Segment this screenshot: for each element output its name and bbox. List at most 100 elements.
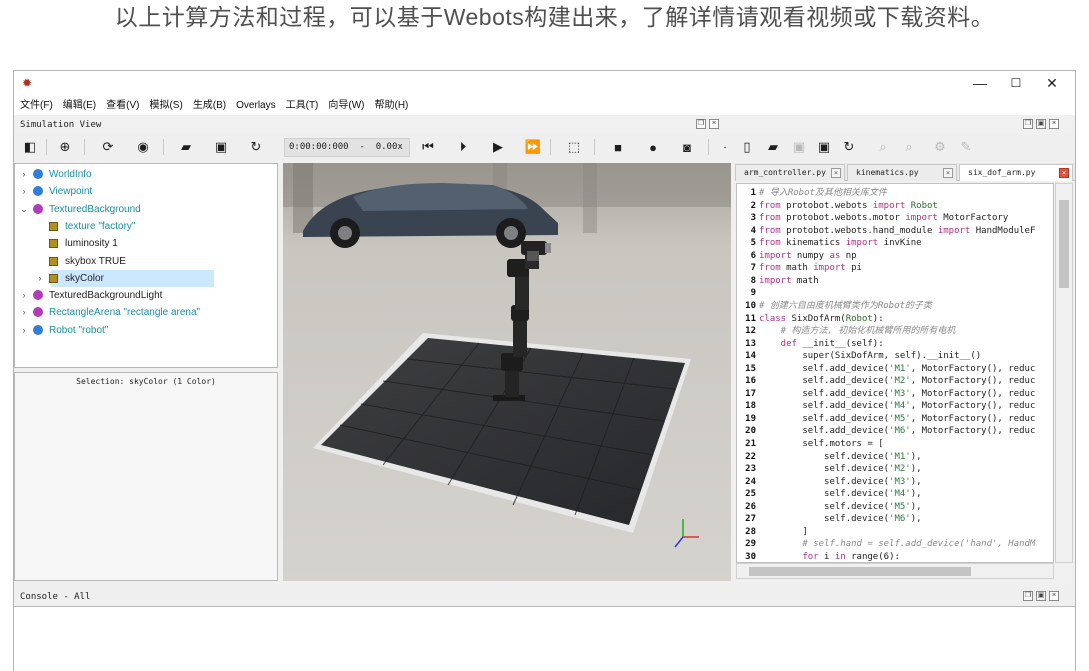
tree-node[interactable]: › skyColor bbox=[39, 269, 214, 287]
code-line[interactable]: 15 self.add_device('M1', MotorFactory(),… bbox=[737, 363, 1053, 376]
open-file-icon[interactable]: ▰ bbox=[762, 137, 784, 157]
save-world-icon[interactable]: ▣ bbox=[210, 137, 232, 157]
chevron-right-icon[interactable]: › bbox=[19, 287, 29, 304]
code-line[interactable]: 14 super(SixDofArm, self).__init__() bbox=[737, 350, 1053, 363]
revert-file-icon[interactable]: ↻ bbox=[838, 137, 860, 157]
record-stop-icon[interactable]: ■ bbox=[607, 137, 629, 157]
code-line[interactable]: 21 self.motors = [ bbox=[737, 438, 1053, 451]
editor-tab[interactable]: kinematics.py × bbox=[847, 164, 957, 181]
chevron-right-icon[interactable]: › bbox=[19, 322, 29, 339]
chevron-right-icon[interactable]: › bbox=[35, 270, 45, 287]
run-icon[interactable]: ▶ bbox=[487, 137, 509, 157]
code-line[interactable]: 18 self.add_device('M4', MotorFactory(),… bbox=[737, 400, 1053, 413]
reset-simulation-icon[interactable]: ⏮ bbox=[417, 137, 439, 157]
add-node-icon[interactable]: ⊕ bbox=[54, 137, 76, 157]
code-line[interactable]: 29 # self.hand = self.add_device('hand',… bbox=[737, 538, 1053, 551]
code-line[interactable]: 24 self.device('M3'), bbox=[737, 476, 1053, 489]
dock-float-icon[interactable]: ❐ bbox=[1023, 591, 1033, 601]
tree-node[interactable]: › RectangleArena "rectangle arena" bbox=[15, 304, 277, 321]
editor-tab[interactable]: six_dof_arm.py × bbox=[959, 164, 1073, 181]
menu-item[interactable]: 编辑(E) bbox=[57, 97, 100, 115]
chevron-right-icon[interactable]: › bbox=[19, 166, 29, 183]
record-icon[interactable]: ● bbox=[642, 137, 664, 157]
chevron-down-icon[interactable]: ⌄ bbox=[19, 201, 29, 218]
code-line[interactable]: 28 ] bbox=[737, 526, 1053, 539]
code-line[interactable]: 7 from math import pi bbox=[737, 262, 1053, 275]
code-line[interactable]: 27 self.device('M6'), bbox=[737, 513, 1053, 526]
menu-item[interactable]: Overlays bbox=[230, 97, 279, 115]
scrollbar-thumb[interactable] bbox=[749, 567, 971, 576]
build-icon[interactable]: ⚙ bbox=[929, 137, 951, 157]
close-tab-icon[interactable]: × bbox=[1059, 168, 1069, 178]
dock-close-icon[interactable]: × bbox=[709, 119, 719, 129]
code-line[interactable]: 16 self.add_device('M2', MotorFactory(),… bbox=[737, 375, 1053, 388]
save-as-icon[interactable]: ▣ bbox=[813, 137, 835, 157]
view-cube-icon[interactable]: ⬚ bbox=[563, 137, 585, 157]
code-line[interactable]: 25 self.device('M4'), bbox=[737, 488, 1053, 501]
follow-object-icon[interactable]: ⟳ bbox=[97, 137, 119, 157]
clean-icon[interactable]: ✎ bbox=[955, 137, 977, 157]
eye-icon[interactable]: ◉ bbox=[132, 137, 154, 157]
code-line[interactable]: 30 for i in range(6): bbox=[737, 551, 1053, 562]
tree-node[interactable]: › Robot "robot" bbox=[15, 322, 277, 339]
close-tab-icon[interactable]: × bbox=[831, 168, 841, 178]
code-line[interactable]: 20 self.add_device('M6', MotorFactory(),… bbox=[737, 425, 1053, 438]
editor-tab[interactable]: arm_controller.py × bbox=[735, 164, 845, 181]
find-icon[interactable]: ⌕ bbox=[872, 137, 894, 157]
dock-restore-icon[interactable]: ▣ bbox=[1036, 591, 1046, 601]
code-line[interactable]: 13 def __init__(self): bbox=[737, 338, 1053, 351]
code-line[interactable]: 23 self.device('M2'), bbox=[737, 463, 1053, 476]
code-line[interactable]: 26 self.device('M5'), bbox=[737, 501, 1053, 514]
minimize-button[interactable]: — bbox=[962, 71, 998, 97]
code-line[interactable]: 11 class SixDofArm(Robot): bbox=[737, 313, 1053, 326]
menu-item[interactable]: 文件(F) bbox=[14, 97, 57, 115]
code-line[interactable]: 1 # 导入Robot及其他相关库文件 bbox=[737, 187, 1053, 200]
code-line[interactable]: 4 from protobot.webots.hand_module import… bbox=[737, 225, 1053, 238]
scrollbar-thumb[interactable] bbox=[1059, 200, 1069, 288]
editor-vertical-scrollbar[interactable] bbox=[1055, 183, 1073, 563]
menu-item[interactable]: 向导(W) bbox=[322, 97, 368, 115]
code-line[interactable]: 19 self.add_device('M5', MotorFactory(),… bbox=[737, 413, 1053, 426]
menu-item[interactable]: 工具(T) bbox=[280, 97, 323, 115]
tree-node[interactable]: luminosity 1 bbox=[15, 235, 277, 252]
code-line[interactable]: 17 self.add_device('M3', MotorFactory(),… bbox=[737, 388, 1053, 401]
code-line[interactable]: 9 bbox=[737, 287, 1053, 300]
tree-node[interactable]: › TexturedBackgroundLight bbox=[15, 287, 277, 304]
maximize-button[interactable]: ☐ bbox=[998, 71, 1034, 97]
chevron-right-icon[interactable]: › bbox=[19, 183, 29, 200]
dock-close-icon[interactable]: × bbox=[1049, 591, 1059, 601]
dock-close-icon[interactable]: × bbox=[1049, 119, 1059, 129]
code-line[interactable]: 3 from protobot.webots.motor import Motor… bbox=[737, 212, 1053, 225]
menu-item[interactable]: 模拟(S) bbox=[143, 97, 186, 115]
fast-forward-icon[interactable]: ⏩ bbox=[522, 137, 544, 157]
3d-viewport[interactable] bbox=[283, 163, 731, 581]
code-line[interactable]: 22 self.device('M1'), bbox=[737, 451, 1053, 464]
close-tab-icon[interactable]: × bbox=[943, 168, 953, 178]
dock-restore-icon[interactable]: ▣ bbox=[1036, 119, 1046, 129]
code-line[interactable]: 10 # 创建六自由度机械臂类作为Robot的子类 bbox=[737, 300, 1053, 313]
chevron-right-icon[interactable]: › bbox=[19, 304, 29, 321]
screenshot-icon[interactable]: ◙ bbox=[676, 137, 698, 157]
dock-float-icon[interactable]: ❐ bbox=[696, 119, 706, 129]
code-editor[interactable]: 1 # 导入Robot及其他相关库文件 2 from protobot.webots … bbox=[736, 183, 1054, 563]
tree-node[interactable]: texture "factory" bbox=[15, 218, 277, 235]
tree-node[interactable]: › WorldInfo bbox=[15, 166, 277, 183]
code-line[interactable]: 2 from protobot.webots import Robot bbox=[737, 200, 1053, 213]
dock-float-icon[interactable]: ❐ bbox=[1023, 119, 1033, 129]
save-file-icon[interactable]: ▣ bbox=[788, 137, 810, 157]
open-world-icon[interactable]: ▰ bbox=[175, 137, 197, 157]
menu-item[interactable]: 生成(B) bbox=[187, 97, 230, 115]
menu-item[interactable]: 查看(V) bbox=[100, 97, 143, 115]
tree-node[interactable]: skybox TRUE bbox=[15, 253, 277, 270]
code-line[interactable]: 12 # 构造方法, 初始化机械臂所用的所有电机 bbox=[737, 325, 1053, 338]
replace-icon[interactable]: ⌕ bbox=[898, 137, 920, 157]
close-button[interactable]: ✕ bbox=[1034, 71, 1070, 97]
reload-world-icon[interactable]: ↻ bbox=[245, 137, 267, 157]
step-icon[interactable]: ⏵ bbox=[452, 137, 474, 157]
code-line[interactable]: 5 from kinematics import invKine bbox=[737, 237, 1053, 250]
code-line[interactable]: 6 import numpy as np bbox=[737, 250, 1053, 263]
tree-node[interactable]: ⌄ TexturedBackground bbox=[15, 201, 277, 218]
menu-item[interactable]: 帮助(H) bbox=[369, 97, 413, 115]
toggle-scene-tree-icon[interactable]: ◧ bbox=[19, 137, 41, 157]
code-line[interactable]: 8 import math bbox=[737, 275, 1053, 288]
